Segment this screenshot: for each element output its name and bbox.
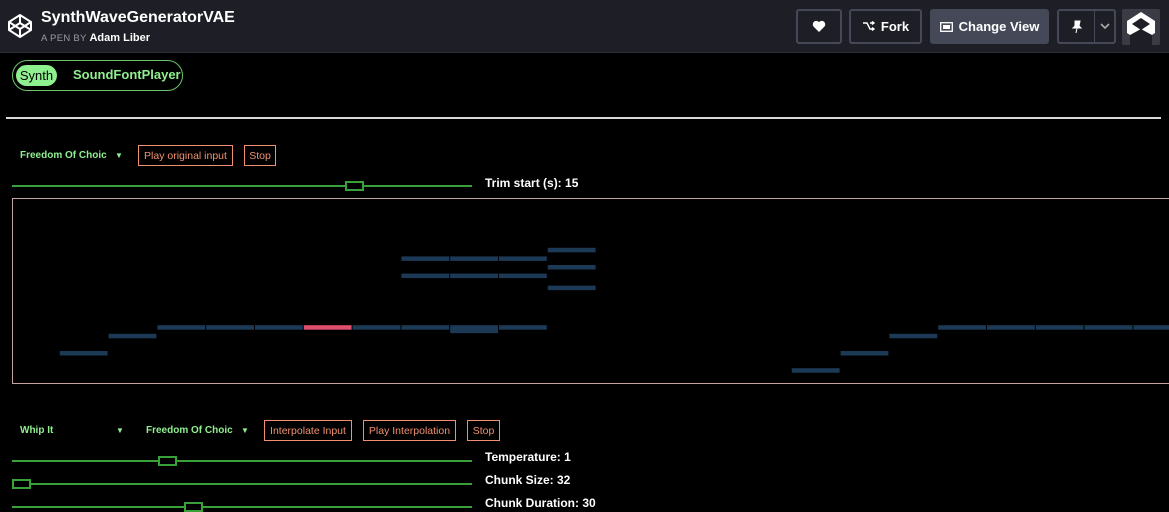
note [840, 351, 889, 356]
pin-button[interactable] [1057, 9, 1116, 44]
fork-icon [862, 21, 875, 32]
piano-roll-visualizer [12, 198, 1169, 384]
note [547, 265, 596, 270]
byline-prefix: A PEN BY [41, 33, 87, 44]
note [59, 351, 108, 356]
chunk-duration-slider-track[interactable] [12, 506, 472, 508]
instrument-tabs: Synth SoundFontPlayer [12, 60, 183, 91]
pin-divider [1094, 11, 1095, 42]
note [450, 256, 498, 261]
note [547, 247, 596, 253]
chunk-size-label: Chunk Size: 32 [485, 473, 571, 487]
section-divider [6, 117, 1161, 119]
temperature-slider-thumb[interactable] [157, 456, 177, 466]
note [791, 368, 840, 373]
layout-icon [939, 21, 953, 32]
note [1084, 325, 1133, 330]
note [499, 273, 547, 279]
user-avatar[interactable] [1122, 9, 1160, 45]
chevron-down-icon[interactable]: ▼ [115, 151, 123, 160]
play-original-button[interactable]: Play original input [138, 145, 233, 166]
note [401, 325, 450, 330]
note [547, 285, 596, 291]
like-button[interactable] [796, 9, 842, 44]
note [206, 325, 254, 330]
note [157, 325, 206, 330]
note [352, 325, 401, 330]
note [450, 273, 498, 279]
note [889, 333, 938, 339]
change-view-label: Change View [958, 19, 1040, 34]
note [450, 328, 498, 334]
song-a-select[interactable]: Whip It [20, 425, 53, 436]
chevron-down-icon[interactable]: ▼ [116, 426, 124, 435]
note [1133, 325, 1169, 330]
pin-icon [1071, 20, 1083, 33]
note [255, 325, 303, 330]
avatar-image [1122, 9, 1160, 45]
note [499, 325, 547, 330]
note [108, 333, 157, 339]
fork-label: Fork [880, 19, 910, 34]
stop-original-button[interactable]: Stop [244, 145, 276, 166]
active-note [303, 325, 352, 330]
codepen-header: SynthWaveGeneratorVAE A PEN BY Adam Libe… [0, 0, 1169, 53]
chunk-duration-slider-thumb[interactable] [183, 502, 203, 512]
chunk-size-slider-thumb[interactable] [12, 479, 31, 489]
song-b-select[interactable]: Freedom Of Choic [146, 425, 233, 436]
play-interpolation-button[interactable]: Play Interpolation [363, 420, 456, 441]
fork-button[interactable]: Fork [849, 9, 922, 44]
note [499, 256, 547, 261]
pen-byline: A PEN BY Adam Liber [41, 32, 150, 44]
note [401, 256, 450, 261]
piano-roll-svg [59, 247, 1169, 373]
pen-title[interactable]: SynthWaveGeneratorVAE [41, 9, 235, 27]
note [938, 325, 986, 330]
trim-label: Trim start (s): 15 [485, 176, 579, 190]
change-view-button[interactable]: Change View [930, 9, 1049, 44]
temperature-label: Temperature: 1 [485, 450, 571, 464]
chevron-down-icon[interactable] [1100, 23, 1110, 30]
author-link[interactable]: Adam Liber [89, 32, 150, 44]
codepen-logo-icon[interactable] [7, 13, 33, 39]
chevron-down-icon[interactable]: ▼ [241, 426, 249, 435]
note [1035, 325, 1084, 330]
tab-synth[interactable]: Synth [16, 65, 57, 86]
note [987, 325, 1035, 330]
trim-slider-track[interactable] [12, 185, 472, 187]
heart-icon [812, 20, 826, 32]
tab-soundfontplayer[interactable]: SoundFontPlayer [73, 67, 181, 82]
chunk-size-slider-track[interactable] [12, 483, 472, 485]
temperature-slider-track[interactable] [12, 460, 472, 462]
note [401, 273, 450, 279]
interpolate-input-button[interactable]: Interpolate Input [264, 420, 352, 441]
input-song-select[interactable]: Freedom Of Choic [20, 150, 107, 161]
trim-slider-thumb[interactable] [345, 181, 364, 191]
stop-interpolation-button[interactable]: Stop [467, 420, 500, 441]
chunk-duration-label: Chunk Duration: 30 [485, 496, 596, 510]
